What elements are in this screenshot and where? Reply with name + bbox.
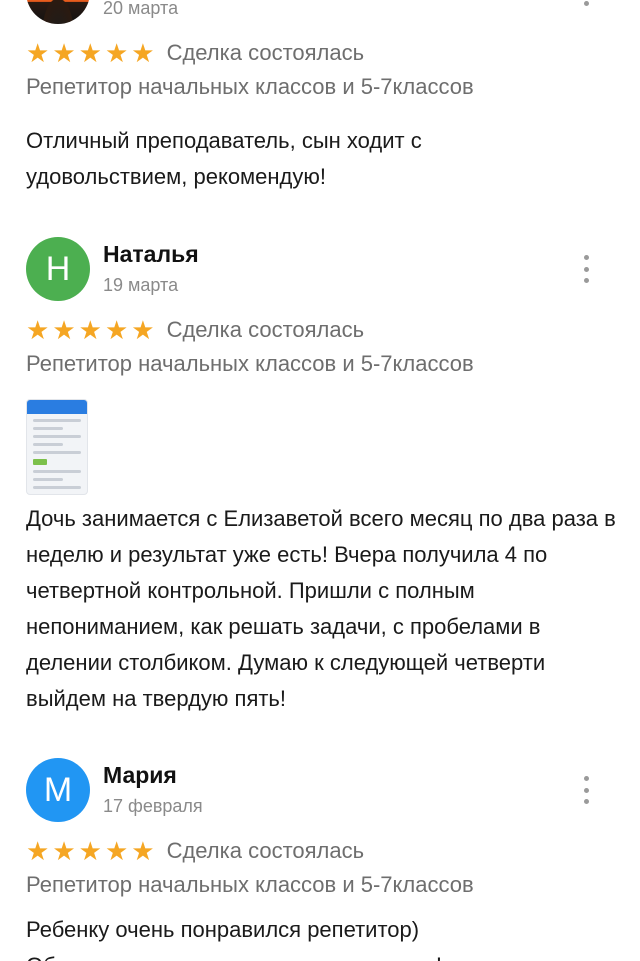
star-icon: ★: [131, 315, 155, 345]
review-card: 20 марта ★ ★ ★ ★ ★ Сделка состоялась Реп…: [0, 0, 640, 189]
more-vertical-icon[interactable]: [576, 255, 596, 283]
rating-row: ★ ★ ★ ★ ★ Сделка состоялась: [26, 315, 364, 345]
star-icon: ★: [131, 836, 155, 866]
avatar-letter: Н: [45, 249, 71, 288]
rating-row: ★ ★ ★ ★ ★ Сделка состоялась: [26, 836, 364, 866]
deal-status: Сделка состоялась: [166, 317, 365, 342]
avatar-letter: М: [43, 770, 73, 809]
review-date: 20 марта: [103, 0, 179, 18]
review-subject: Репетитор начальных классов и 5-7классов: [26, 74, 474, 99]
star-icon: ★: [104, 836, 129, 866]
star-icon: ★: [52, 836, 76, 866]
star-icon: ★: [131, 38, 155, 68]
star-rating: ★ ★ ★ ★ ★: [26, 317, 155, 343]
avatar[interactable]: М: [26, 758, 90, 822]
review-header: 20 марта: [0, 0, 640, 24]
more-vertical-icon[interactable]: [576, 0, 596, 6]
review-date: 19 марта: [103, 275, 179, 295]
review-text: Отличный преподаватель, сын ходит с удов…: [26, 128, 422, 189]
star-icon: ★: [78, 836, 102, 866]
star-rating: ★ ★ ★ ★ ★: [26, 40, 155, 66]
deal-status: Сделка состоялась: [166, 838, 365, 863]
star-icon: ★: [26, 836, 50, 866]
review-photo-thumbnail[interactable]: [26, 399, 88, 495]
star-icon: ★: [52, 315, 76, 345]
star-icon: ★: [78, 315, 102, 345]
review-date: 17 февраля: [103, 796, 203, 816]
star-icon: ★: [78, 38, 102, 68]
rating-row: ★ ★ ★ ★ ★ Сделка состоялась: [26, 38, 364, 68]
review-text: Ребенку очень понравился репетитор) Обще…: [26, 917, 442, 961]
review-header: М Мария 17 февраля: [0, 758, 640, 822]
avatar[interactable]: Н: [26, 237, 90, 301]
star-icon: ★: [26, 315, 50, 345]
more-vertical-icon[interactable]: [576, 776, 596, 804]
avatar[interactable]: [26, 0, 90, 24]
review-header: Н Наталья 19 марта: [0, 237, 640, 301]
star-icon: ★: [26, 38, 50, 68]
deal-status: Сделка состоялась: [166, 40, 365, 65]
star-icon: ★: [104, 315, 129, 345]
review-text: Дочь занимается с Елизаветой всего месяц…: [26, 506, 616, 711]
review-subject: Репетитор начальных классов и 5-7классов: [26, 351, 474, 376]
star-icon: ★: [52, 38, 76, 68]
review-card: М Мария 17 февраля ★ ★ ★ ★ ★ Сделка сост…: [0, 758, 640, 961]
reviewer-name: Мария: [103, 762, 177, 788]
reviews-page: 20 марта ★ ★ ★ ★ ★ Сделка состоялась Реп…: [0, 0, 640, 961]
reviewer-name: Наталья: [103, 241, 199, 267]
star-rating: ★ ★ ★ ★ ★: [26, 838, 155, 864]
review-card: Н Наталья 19 марта ★ ★ ★ ★ ★ Сделка сост…: [0, 237, 640, 711]
review-subject: Репетитор начальных классов и 5-7классов: [26, 872, 474, 897]
star-icon: ★: [104, 38, 129, 68]
